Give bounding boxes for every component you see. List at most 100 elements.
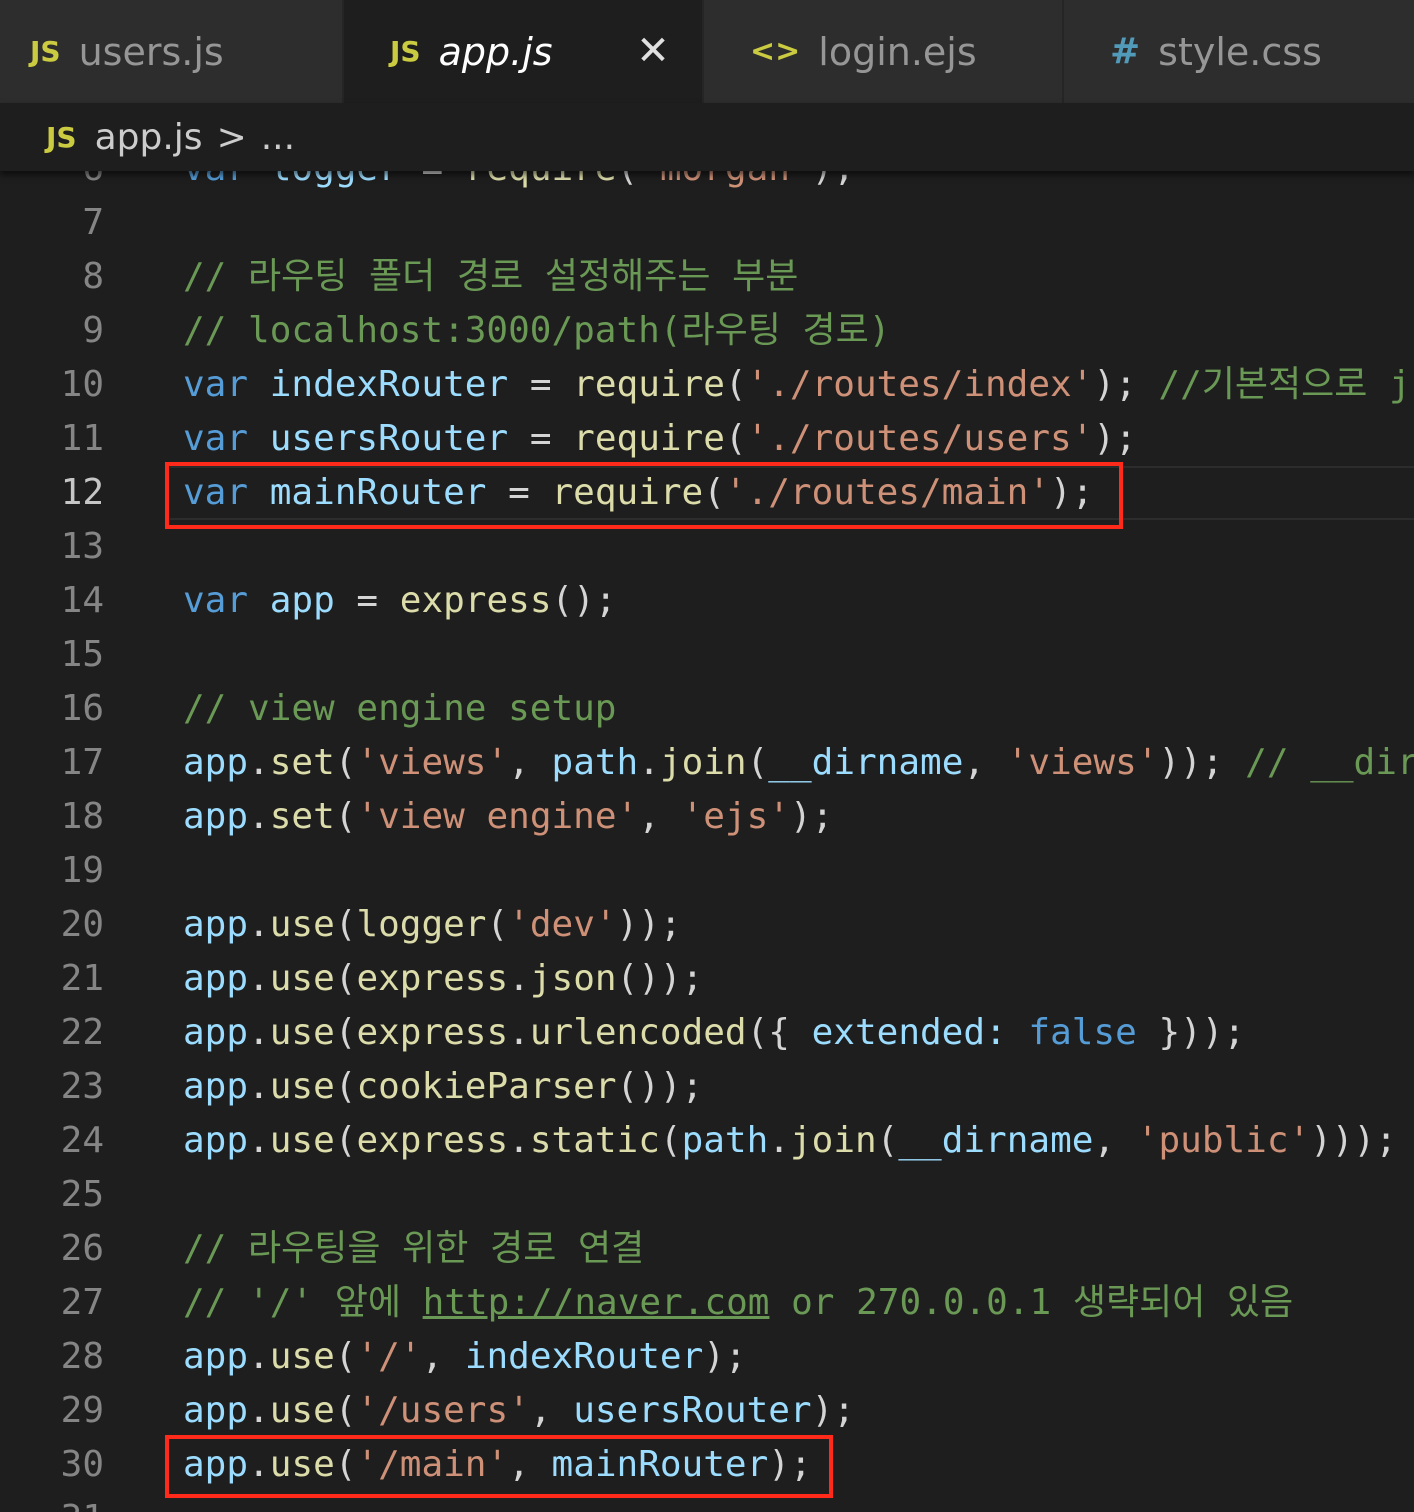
line-number: 16 xyxy=(60,688,104,729)
code-token: path xyxy=(681,1120,769,1161)
code-token: extended xyxy=(811,1012,986,1053)
code-token: use xyxy=(269,904,335,945)
code-token: // __dir xyxy=(1245,742,1414,783)
code-token: . xyxy=(638,742,660,783)
comment-link[interactable]: http://naver.com xyxy=(423,1282,770,1323)
line-number: 9 xyxy=(82,310,104,351)
code-token: ( xyxy=(334,1390,357,1431)
line-number: 12 xyxy=(60,472,104,513)
code-token: usersRouter xyxy=(269,418,509,459)
code-line[interactable]: 6 var logger = require('morgan'); xyxy=(0,171,1414,196)
code-token: join xyxy=(659,742,747,783)
code-line[interactable]: 9 // localhost:3000/path(라우팅 경로) xyxy=(0,304,1414,358)
code-line[interactable]: 11 var usersRouter = require('./routes/us… xyxy=(0,412,1414,466)
code-token: , xyxy=(529,1390,574,1431)
line-number: 31 xyxy=(0,1492,104,1512)
line-number: 29 xyxy=(60,1390,104,1431)
code-token: false xyxy=(1028,1012,1137,1053)
tab-login-ejs[interactable]: <> login.ejs xyxy=(704,0,1064,103)
code-line[interactable]: 20 app.use(logger('dev')); xyxy=(0,898,1414,952)
code-line[interactable]: 26 // 라우팅을 위한 경로 연결 xyxy=(0,1222,1414,1276)
code-token: ( xyxy=(334,1120,357,1161)
code-line[interactable]: 14 var app = express(); xyxy=(0,574,1414,628)
code-token: app xyxy=(183,1066,249,1107)
code-line[interactable]: 29 app.use('/users', usersRouter); xyxy=(0,1384,1414,1438)
breadcrumb: JS app.js > ... xyxy=(0,103,1414,171)
code-token: app xyxy=(183,1012,249,1053)
code-token: app xyxy=(183,904,249,945)
code-line[interactable]: 23 app.use(cookieParser()); xyxy=(0,1060,1414,1114)
tab-app-js[interactable]: JS app.js ✕ xyxy=(344,0,704,103)
code-token: urlencoded xyxy=(529,1012,747,1053)
code-token: ( xyxy=(486,904,509,945)
line-number: 20 xyxy=(60,904,104,945)
code-token: app xyxy=(183,1336,249,1377)
line-code: // localhost:3000/path(라우팅 경로) xyxy=(183,304,890,358)
code-token: 'public' xyxy=(1136,1120,1311,1161)
code-line[interactable]: 17 app.set('views', path.join(__dirname, … xyxy=(0,736,1414,790)
code-line[interactable]: 22 app.use(express.urlencoded({ extended:… xyxy=(0,1006,1414,1060)
code-line[interactable]: 27 // '/' 앞에 http://naver.com or 270.0.0.… xyxy=(0,1276,1414,1330)
code-token: './routes/users' xyxy=(746,418,1094,459)
code-token: '/' xyxy=(356,1336,422,1377)
code-token: ); xyxy=(1093,418,1137,459)
code-token: ( xyxy=(617,171,639,189)
code-line[interactable]: 25 xyxy=(0,1168,1414,1222)
code-token: json xyxy=(529,958,617,999)
breadcrumb-more[interactable]: ... xyxy=(261,117,295,158)
code-token: use xyxy=(269,958,335,999)
code-line[interactable]: 8 // 라우팅 폴더 경로 설정해주는 부분 xyxy=(0,250,1414,304)
js-file-icon: JS xyxy=(390,35,421,68)
code-line[interactable]: 24 app.use(express.static(path.join(__dir… xyxy=(0,1114,1414,1168)
code-line[interactable]: 10 var indexRouter = require('./routes/in… xyxy=(0,358,1414,412)
code-token: // '/' 앞에 xyxy=(183,1282,423,1323)
code-line[interactable]: 7 xyxy=(0,196,1414,250)
code-token: = xyxy=(508,418,574,459)
code-token: ( xyxy=(334,1012,357,1053)
tab-label: style.css xyxy=(1158,29,1322,74)
code-token: use xyxy=(269,1120,335,1161)
code-token: var xyxy=(183,364,249,405)
js-file-icon: JS xyxy=(46,120,77,154)
code-token: ); xyxy=(1093,364,1159,405)
code-token: use xyxy=(269,1336,335,1377)
code-line[interactable]: 19 xyxy=(0,844,1414,898)
code-token: . xyxy=(768,1120,790,1161)
code-token: join xyxy=(789,1120,877,1161)
code-file-icon: <> xyxy=(750,34,801,69)
code-token: app xyxy=(269,580,335,621)
code-token: ); xyxy=(812,171,855,189)
tab-users-js[interactable]: JS users.js xyxy=(0,0,344,103)
code-token: express xyxy=(356,958,509,999)
code-token: set xyxy=(269,742,335,783)
code-line[interactable]: 28 app.use('/', indexRouter); xyxy=(0,1330,1414,1384)
code-token: cookieParser xyxy=(356,1066,617,1107)
code-token: ( xyxy=(746,742,769,783)
code-token: var xyxy=(183,580,249,621)
code-line[interactable]: 21 app.use(express.json()); xyxy=(0,952,1414,1006)
code-token: //기본적으로 js xyxy=(1158,364,1414,405)
line-number: 15 xyxy=(60,634,104,675)
tab-style-css[interactable]: # style.css xyxy=(1064,0,1414,103)
code-line[interactable]: 18 app.set('view engine', 'ejs'); xyxy=(0,790,1414,844)
line-code: app.use('/users', usersRouter); xyxy=(183,1384,855,1438)
code-token: ()); xyxy=(616,1066,704,1107)
js-file-icon: JS xyxy=(30,35,61,68)
code-token: ( xyxy=(334,1336,357,1377)
code-token: ); xyxy=(703,1336,747,1377)
tab-label: users.js xyxy=(78,29,224,74)
line-number: 11 xyxy=(60,418,104,459)
code-line[interactable]: 16 // view engine setup xyxy=(0,682,1414,736)
code-token: 'ejs' xyxy=(681,796,790,837)
code-token: = xyxy=(508,364,574,405)
code-token: . xyxy=(508,1120,530,1161)
code-editor[interactable]: 6var logger = require('morgan');78// 라우팅… xyxy=(0,171,1414,1512)
close-icon[interactable]: ✕ xyxy=(634,31,672,71)
code-line[interactable]: 15 xyxy=(0,628,1414,682)
code-token: ({ xyxy=(746,1012,812,1053)
breadcrumb-file[interactable]: app.js xyxy=(95,117,203,158)
line-number: 23 xyxy=(60,1066,104,1107)
